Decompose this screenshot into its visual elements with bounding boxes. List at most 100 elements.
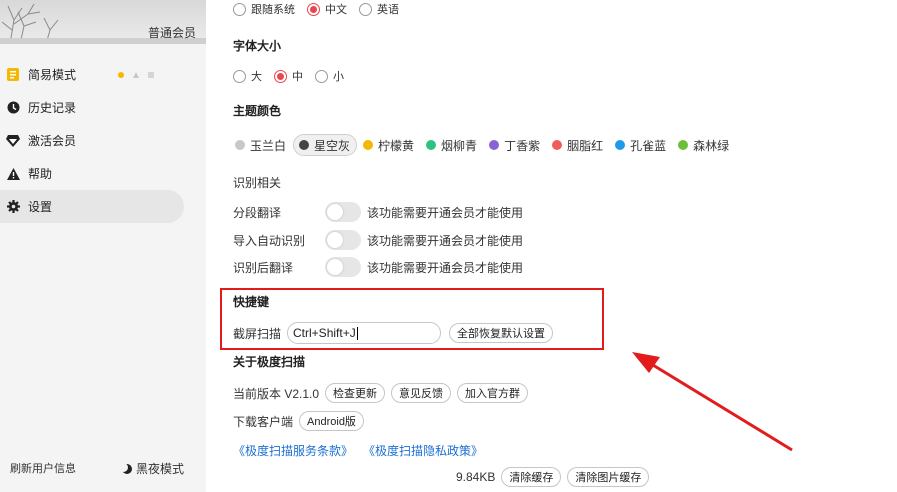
hotkeys-title: 快捷键 bbox=[233, 295, 270, 309]
text-caret bbox=[356, 326, 358, 340]
dark-mode-label: 黑夜模式 bbox=[136, 462, 185, 476]
theme-option[interactable]: 丁香紫 bbox=[484, 134, 546, 156]
toggle-description: 该功能需要开通会员才能使用 bbox=[367, 205, 524, 220]
sidebar: 普通会员 简易模式 历史记录 激活会员 帮助 设置 刷新用户信息 黑夜模式 bbox=[0, 0, 206, 492]
color-dot-icon bbox=[299, 140, 310, 150]
font-size-radio-medium[interactable] bbox=[274, 69, 287, 83]
check-update-button[interactable]: 检查更新 bbox=[325, 383, 386, 403]
radio-label: 大 bbox=[251, 71, 262, 83]
theme-option[interactable]: 星空灰 bbox=[293, 134, 358, 156]
hotkey-value: Ctrl+Shift+J bbox=[293, 326, 356, 340]
radio-label: 中 bbox=[292, 71, 303, 83]
reset-defaults-button[interactable]: 全部恢复默认设置 bbox=[449, 323, 554, 343]
theme-option-label: 森林绿 bbox=[693, 138, 730, 153]
toggle-row-translate-after: 识别后翻译 该功能需要开通会员才能使用 bbox=[233, 257, 523, 277]
toggle-row-segment-translate: 分段翻译 该功能需要开通会员才能使用 bbox=[233, 202, 523, 222]
privacy-link[interactable]: 《极度扫描隐私政策》 bbox=[363, 442, 483, 459]
auto-recognize-toggle[interactable] bbox=[325, 230, 361, 250]
sidebar-nav: 简易模式 历史记录 激活会员 帮助 设置 bbox=[0, 58, 206, 223]
toggle-label: 导入自动识别 bbox=[233, 233, 306, 248]
theme-option-label: 胭脂红 bbox=[567, 138, 604, 153]
theme-option[interactable]: 烟柳青 bbox=[421, 134, 483, 156]
version-row: 当前版本 V2.1.0 检查更新 意见反馈 加入官方群 bbox=[233, 383, 534, 403]
moon-icon bbox=[119, 462, 132, 474]
theme-title: 主题颜色 bbox=[233, 104, 282, 118]
gear-icon bbox=[6, 200, 20, 214]
language-radio-follow-system[interactable] bbox=[233, 2, 246, 16]
about-title: 关于极度扫描 bbox=[233, 355, 306, 369]
mode-indicators bbox=[118, 72, 154, 78]
language-radio-chinese[interactable] bbox=[307, 2, 320, 16]
theme-option-label: 柠檬黄 bbox=[378, 138, 415, 153]
language-radio-english[interactable] bbox=[359, 2, 372, 16]
font-size-radio-large[interactable] bbox=[233, 69, 246, 83]
cache-row: 9.84KB 清除缓存 清除图片缓存 bbox=[456, 467, 655, 487]
cache-size: 9.84KB bbox=[456, 470, 496, 484]
hotkey-screenshot-row: 截屏扫描 Ctrl+Shift+J 全部恢复默认设置 bbox=[233, 322, 559, 344]
feedback-button[interactable]: 意见反馈 bbox=[391, 383, 452, 403]
toggle-label: 分段翻译 bbox=[233, 205, 282, 220]
color-dot-icon bbox=[489, 140, 500, 150]
refresh-user-info-button[interactable]: 刷新用户信息 bbox=[10, 460, 76, 476]
triangle-icon bbox=[133, 72, 139, 78]
color-dot-icon bbox=[615, 140, 626, 150]
dark-mode-toggle[interactable]: 黑夜模式 bbox=[119, 460, 185, 477]
sidebar-item-label: 设置 bbox=[28, 200, 53, 214]
theme-option[interactable]: 孔雀蓝 bbox=[610, 134, 672, 156]
sidebar-item-label: 帮助 bbox=[28, 167, 53, 181]
download-row: 下载客户端 Android版 bbox=[233, 411, 370, 431]
theme-option-label: 玉兰白 bbox=[250, 138, 287, 153]
sidebar-item-activate[interactable]: 激活会员 bbox=[0, 124, 206, 157]
policy-links-row: 《极度扫描服务条款》 《极度扫描隐私政策》 bbox=[233, 442, 493, 459]
radio-label: 小 bbox=[333, 71, 344, 83]
settings-panel: 跟随系统 中文 英语 字体大小 大 中 小 主题颜色 玉兰白 星空灰 柠檬黄 烟柳青 丁… bbox=[206, 0, 897, 492]
color-dot-icon bbox=[678, 140, 689, 150]
sidebar-footer: 刷新用户信息 黑夜模式 bbox=[0, 460, 206, 480]
font-size-radio-small[interactable] bbox=[315, 69, 328, 83]
sidebar-item-label: 历史记录 bbox=[28, 101, 77, 115]
member-banner: 普通会员 bbox=[0, 0, 206, 44]
diamond-icon bbox=[6, 134, 20, 148]
toggle-description: 该功能需要开通会员才能使用 bbox=[367, 233, 524, 248]
color-dot-icon bbox=[552, 140, 563, 150]
theme-option-label: 孔雀蓝 bbox=[630, 138, 667, 153]
clock-icon bbox=[6, 101, 20, 115]
color-dot-icon bbox=[426, 140, 437, 150]
radio-label: 中文 bbox=[325, 4, 347, 16]
sidebar-item-settings[interactable]: 设置 bbox=[0, 190, 184, 223]
sidebar-item-help[interactable]: 帮助 bbox=[0, 157, 206, 190]
radio-label: 跟随系统 bbox=[251, 4, 295, 16]
join-group-button[interactable]: 加入官方群 bbox=[457, 383, 529, 403]
android-download-button[interactable]: Android版 bbox=[299, 411, 364, 431]
terms-link[interactable]: 《极度扫描服务条款》 bbox=[233, 442, 353, 459]
translate-after-toggle[interactable] bbox=[325, 257, 361, 277]
version-label: 当前版本 V2.1.0 bbox=[233, 386, 320, 401]
theme-option[interactable]: 玉兰白 bbox=[230, 134, 292, 156]
warning-icon bbox=[6, 167, 20, 181]
color-dot-icon bbox=[363, 140, 374, 150]
font-size-title: 字体大小 bbox=[233, 39, 282, 53]
theme-option[interactable]: 胭脂红 bbox=[547, 134, 609, 156]
segment-translate-toggle[interactable] bbox=[325, 202, 361, 222]
document-icon bbox=[6, 68, 20, 82]
toggle-description: 该功能需要开通会员才能使用 bbox=[367, 260, 524, 275]
sidebar-item-simple-mode[interactable]: 简易模式 bbox=[0, 58, 206, 91]
clear-image-cache-button[interactable]: 清除图片缓存 bbox=[567, 467, 650, 487]
sidebar-item-history[interactable]: 历史记录 bbox=[0, 91, 206, 124]
toggle-label: 识别后翻译 bbox=[233, 260, 294, 275]
theme-option-label: 丁香紫 bbox=[504, 138, 541, 153]
theme-option[interactable]: 森林绿 bbox=[673, 134, 735, 156]
color-dot-icon bbox=[235, 140, 245, 150]
language-radio-group: 跟随系统 中文 英语 bbox=[233, 1, 411, 17]
square-icon bbox=[148, 72, 154, 78]
screenshot-hotkey-input[interactable]: Ctrl+Shift+J bbox=[287, 322, 442, 344]
theme-color-options: 玉兰白 星空灰 柠檬黄 烟柳青 丁香紫 胭脂红 孔雀蓝 森林绿 bbox=[230, 134, 736, 156]
member-level-label: 普通会员 bbox=[148, 26, 197, 40]
theme-option-label: 烟柳青 bbox=[441, 138, 478, 153]
toggle-row-auto-recognize: 导入自动识别 该功能需要开通会员才能使用 bbox=[233, 230, 523, 250]
hotkey-label: 截屏扫描 bbox=[233, 326, 282, 341]
yellow-dot-icon bbox=[118, 72, 124, 78]
recognition-title: 识别相关 bbox=[233, 176, 282, 190]
clear-cache-button[interactable]: 清除缓存 bbox=[501, 467, 562, 487]
theme-option[interactable]: 柠檬黄 bbox=[358, 134, 420, 156]
